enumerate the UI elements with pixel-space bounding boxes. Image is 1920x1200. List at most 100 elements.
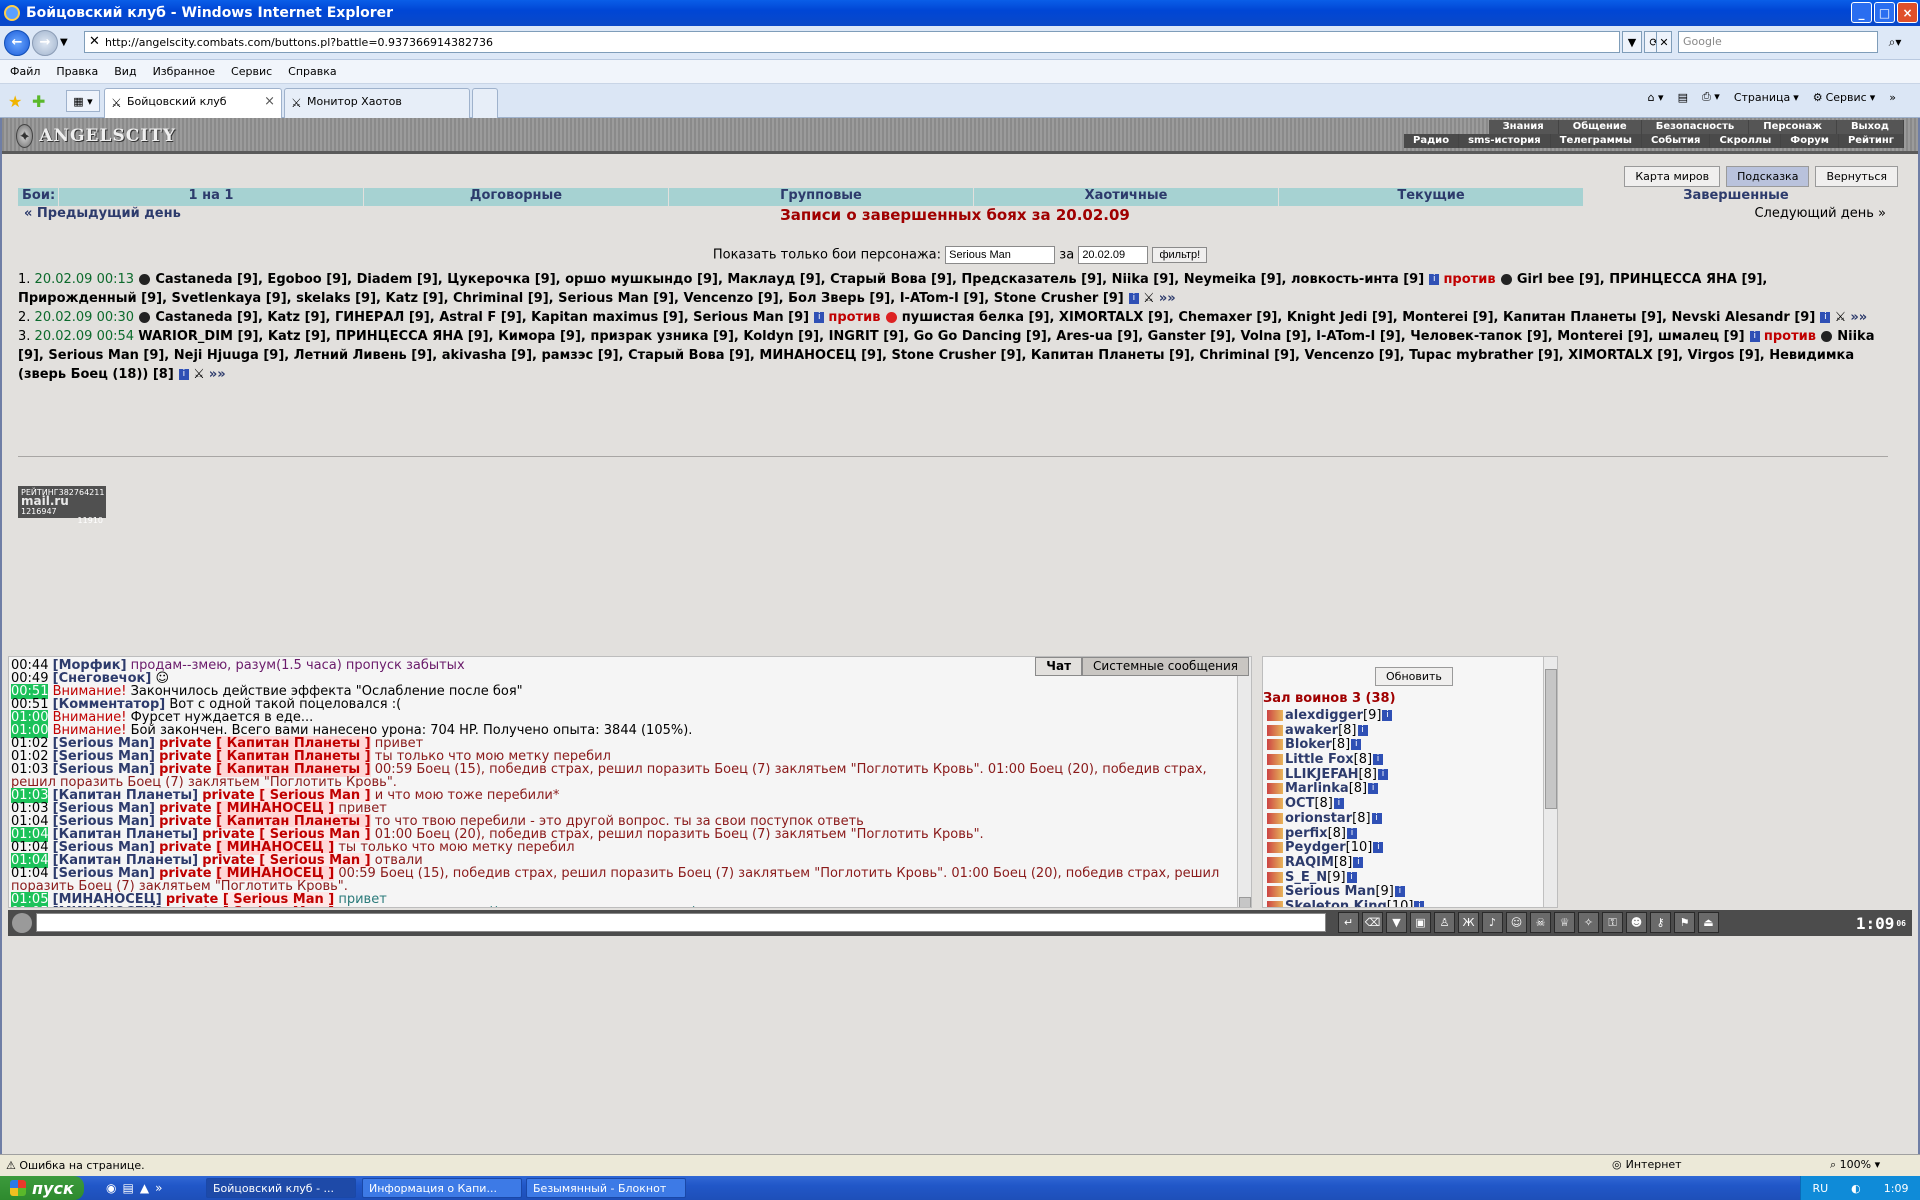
nav-scrolls[interactable]: Скроллы <box>1710 134 1782 148</box>
user-list-item[interactable]: OCT[8] i <box>1267 796 1537 812</box>
info-icon[interactable]: i <box>1820 312 1831 323</box>
return-button[interactable]: Вернуться <box>1815 166 1898 187</box>
team-a[interactable]: Castaneda [9], Katz [9], ГИНЕРАЛ [9], As… <box>155 310 809 325</box>
nav-knowledge[interactable]: Знания <box>1488 120 1559 134</box>
service-menu[interactable]: ⚙ Сервис ▾ <box>1813 91 1876 104</box>
url-input[interactable]: ✕ http://angelscity.combats.com/buttons.… <box>84 31 1620 53</box>
lock-icon[interactable]: ⚿ <box>1602 912 1623 933</box>
bell-icon[interactable]: ♕ <box>1554 912 1575 933</box>
team-b[interactable]: пушистая белка [9], XIMORTALX [9], Chema… <box>902 310 1816 325</box>
close-tab-icon[interactable]: × <box>264 94 275 109</box>
face-icon[interactable]: ☻ <box>1626 912 1647 933</box>
chat-time[interactable]: 01:05 <box>11 905 49 907</box>
search-input[interactable]: Google <box>1678 31 1878 53</box>
chat-tab[interactable]: Чат <box>1035 657 1083 676</box>
save-icon[interactable]: ▣ <box>1410 912 1431 933</box>
menu-edit[interactable]: Правка <box>56 65 98 78</box>
filter-button[interactable]: фильтр! <box>1152 247 1208 263</box>
info-icon[interactable]: i <box>1371 812 1382 824</box>
user-list-item[interactable]: awaker[8] i <box>1267 723 1537 739</box>
user-list-item[interactable]: Little Fox[8] i <box>1267 752 1537 768</box>
mailru-counter[interactable]: РЕЙТИНГ382764211 mail.ru 1216947 11910 <box>18 486 106 525</box>
walk-icon[interactable]: ♙ <box>1434 912 1455 933</box>
maximize-button[interactable]: □ <box>1874 2 1895 23</box>
tab-agreed[interactable]: Договорные <box>363 188 668 206</box>
tab-chaotic[interactable]: Хаотичные <box>973 188 1278 206</box>
battle-time-link[interactable]: 20.02.09 00:13 <box>35 272 135 287</box>
nav-telegrams[interactable]: Телеграммы <box>1550 134 1642 148</box>
chat-scrollbar[interactable] <box>1237 657 1251 907</box>
page-menu[interactable]: Страница ▾ <box>1734 91 1799 104</box>
menu-help[interactable]: Справка <box>288 65 336 78</box>
opera-icon[interactable]: ◉ <box>106 1181 116 1195</box>
warning-app-icon[interactable]: ▲ <box>140 1181 149 1195</box>
battle-log-icon[interactable]: ⚔ <box>1143 291 1155 306</box>
favorites-star-icon[interactable]: ★ <box>8 92 22 111</box>
info-icon[interactable]: i <box>1353 856 1364 868</box>
battle-time-link[interactable]: 20.02.09 00:54 <box>35 329 135 344</box>
info-icon[interactable]: i <box>1373 754 1384 766</box>
info-icon[interactable]: i <box>1429 274 1440 285</box>
smiley-icon[interactable]: ☺ <box>1506 912 1527 933</box>
nav-communication[interactable]: Общение <box>1558 120 1642 134</box>
chat-message-input[interactable] <box>36 913 1326 932</box>
info-icon[interactable]: i <box>1394 886 1405 898</box>
skull-icon[interactable]: ☠ <box>1530 912 1551 933</box>
print-icon[interactable]: ⎙ ▾ <box>1702 90 1720 104</box>
battle-more-link[interactable]: »» <box>209 367 226 382</box>
date-input[interactable] <box>1078 246 1149 264</box>
nav-forum[interactable]: Форум <box>1781 134 1839 148</box>
info-icon[interactable]: i <box>1414 900 1425 907</box>
error-icon[interactable]: ⚠ <box>6 1159 19 1172</box>
nav-exit[interactable]: Выход <box>1836 120 1904 134</box>
character-name-input[interactable] <box>945 246 1056 264</box>
battle-log-icon[interactable]: ⚔ <box>1835 310 1847 325</box>
task-info[interactable]: Информация о Капи... <box>362 1178 522 1198</box>
quick-launch-more-icon[interactable]: » <box>155 1181 162 1195</box>
add-favorites-icon[interactable]: ✚ <box>32 92 45 111</box>
feeds-icon[interactable]: ▤ <box>1678 91 1688 104</box>
user-list-item[interactable]: Serious Man[9] i <box>1267 884 1537 900</box>
quick-tabs-icon[interactable]: ▦ ▾ <box>66 90 100 112</box>
chat-nick[interactable]: [МИНАНОСЕЦ] <box>53 905 162 907</box>
minimize-button[interactable]: _ <box>1851 2 1872 23</box>
chat-options-icon[interactable] <box>12 913 32 933</box>
info-icon[interactable]: i <box>1382 710 1393 721</box>
nav-rating[interactable]: Рейтинг <box>1838 134 1904 148</box>
task-fight-club[interactable]: Бойцовский клуб - ... <box>206 1178 356 1198</box>
user-name[interactable]: Peydger <box>1285 840 1346 855</box>
exit-icon[interactable]: ⏏ <box>1698 912 1719 933</box>
stop-icon[interactable]: ✕ <box>1656 31 1672 53</box>
tab-1v1[interactable]: 1 на 1 <box>58 188 363 206</box>
user-list-item[interactable]: Marlinka[8] i <box>1267 782 1537 797</box>
battle-more-link[interactable]: »» <box>1159 291 1176 306</box>
next-day-link[interactable]: Следующий день » <box>1754 206 1886 221</box>
user-name[interactable]: Serious Man <box>1285 884 1375 899</box>
team-a[interactable]: WARIOR_DIM [9], Katz [9], ПРИНЦЕССА ЯНА … <box>138 329 1744 344</box>
info-icon[interactable]: i <box>178 369 189 380</box>
info-icon[interactable]: i <box>1333 798 1344 810</box>
user-name[interactable]: Little Fox <box>1285 752 1354 767</box>
language-indicator[interactable]: RU <box>1812 1182 1828 1195</box>
nav-security[interactable]: Безопасность <box>1641 120 1750 134</box>
user-name[interactable]: Marlinka <box>1285 781 1349 797</box>
info-icon[interactable]: i <box>814 312 825 323</box>
info-icon[interactable]: i <box>1373 842 1384 854</box>
user-name[interactable]: RAQIM <box>1285 855 1334 870</box>
start-button[interactable]: пуск <box>0 1176 84 1200</box>
nav-events[interactable]: События <box>1641 134 1711 148</box>
battle-more-link[interactable]: »» <box>1850 310 1867 325</box>
previous-day-link[interactable]: « Предыдущий день <box>24 206 181 221</box>
clear-icon[interactable]: ⌫ <box>1362 912 1383 933</box>
filter-icon[interactable]: ▼ <box>1386 912 1407 933</box>
status-text[interactable]: Ошибка на странице. <box>19 1159 144 1172</box>
close-window-button[interactable]: × <box>1897 2 1918 23</box>
tray-clock[interactable]: 1:09 <box>1884 1182 1909 1195</box>
user-list-item[interactable]: RAQIM[8] i <box>1267 855 1537 871</box>
system-messages-tab[interactable]: Системные сообщения <box>1082 657 1249 676</box>
user-list-item[interactable]: orionstar[8] i <box>1267 811 1537 827</box>
overflow-icon[interactable]: » <box>1889 91 1896 104</box>
user-list-item[interactable]: S_E_N[9] i <box>1267 870 1537 886</box>
spell-icon[interactable]: ✧ <box>1578 912 1599 933</box>
private-recipient[interactable]: private [ Serious Man ] <box>166 905 335 907</box>
